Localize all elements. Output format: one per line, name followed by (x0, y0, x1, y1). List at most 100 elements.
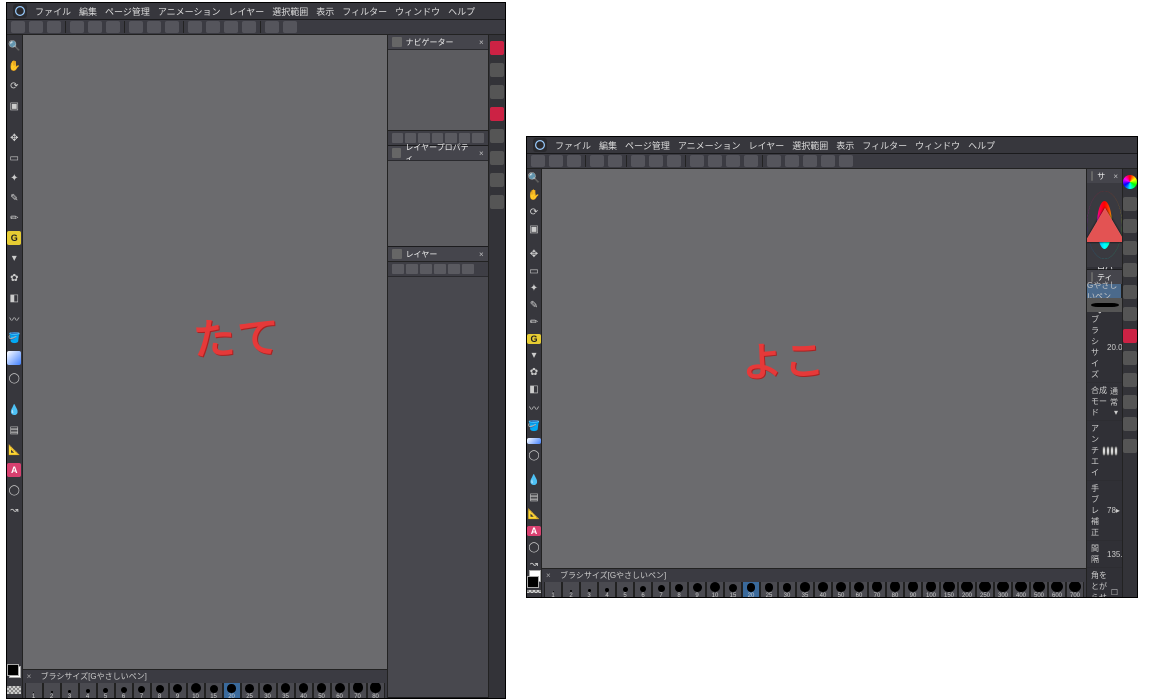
rotate-tool-icon[interactable]: ⟳ (527, 207, 541, 218)
undo-icon[interactable] (590, 155, 604, 167)
color-swatch[interactable] (527, 576, 541, 582)
ruler-tool-icon[interactable]: 📐 (527, 509, 541, 520)
brush-size-cell[interactable]: 2 (562, 582, 580, 597)
redo-icon[interactable] (608, 155, 622, 167)
zoom-out-icon[interactable] (188, 21, 202, 33)
dock-icon[interactable] (490, 63, 504, 77)
text-tool-icon[interactable]: A (527, 526, 541, 536)
rotate-icon[interactable] (726, 155, 740, 167)
open-file-icon[interactable] (29, 21, 43, 33)
menu-item[interactable]: フィルター (862, 139, 907, 152)
menu-item[interactable]: ファイル (555, 139, 591, 152)
ruler-tool-icon[interactable]: 📐 (7, 443, 21, 457)
brush-size-cell[interactable]: 4 (598, 582, 616, 597)
brush-size-cell[interactable]: 10 (706, 582, 724, 597)
dock-icon[interactable] (1123, 351, 1137, 365)
transparent-swatch[interactable] (527, 590, 541, 593)
dock-icon[interactable] (1123, 175, 1137, 189)
text-tool-icon[interactable]: A (7, 463, 21, 477)
menu-item[interactable]: アニメーション (678, 139, 741, 152)
close-icon[interactable]: × (1113, 172, 1118, 181)
layer-btn[interactable] (392, 264, 404, 274)
brush-size-cell[interactable]: 600 (1048, 582, 1066, 597)
menu-item[interactable]: フィルター (342, 5, 387, 18)
frame-tool-icon[interactable]: ▤ (527, 492, 541, 503)
brush-size-cell[interactable]: 200 (958, 582, 976, 597)
menu-item[interactable]: 編集 (79, 5, 97, 18)
dock-icon[interactable] (1123, 307, 1137, 321)
brush-tool-icon[interactable]: G (7, 231, 21, 245)
brush-size-cell[interactable]: 30 (259, 683, 277, 698)
airbrush-tool-icon[interactable]: ▾ (7, 251, 21, 265)
brush-size-cell[interactable]: 9 (169, 683, 187, 698)
dock-icon[interactable] (1123, 439, 1137, 453)
move-tool-icon[interactable]: ✋ (7, 59, 21, 73)
brush-size-cell[interactable]: 50 (832, 582, 850, 597)
brush-size-cell[interactable]: 6 (115, 683, 133, 698)
close-icon[interactable]: × (27, 672, 37, 682)
brush-size-cell[interactable]: 20 (223, 683, 241, 698)
brush-size-cell[interactable]: 6 (634, 582, 652, 597)
layer-btn[interactable] (406, 264, 418, 274)
brush-size-cell[interactable]: 25 (760, 582, 778, 597)
brush-size-cell[interactable]: 1 (544, 582, 562, 597)
brush-size-cell[interactable]: 300 (994, 582, 1012, 597)
close-icon[interactable]: × (479, 149, 484, 158)
undo-icon[interactable] (70, 21, 84, 33)
misc-icon[interactable] (283, 21, 297, 33)
navigator-body[interactable] (388, 49, 488, 130)
brush-size-cell[interactable]: 35 (796, 582, 814, 597)
tool-property-row[interactable]: 間隔135.0▸ (1087, 541, 1122, 568)
brush-size-cell[interactable]: 9 (688, 582, 706, 597)
flip-icon[interactable] (744, 155, 758, 167)
menu-item[interactable]: 選択範囲 (272, 5, 308, 18)
tool-property-row[interactable]: アンチエイ (1087, 421, 1122, 481)
brush-size-cell[interactable]: 7 (652, 582, 670, 597)
zoom-tool-icon[interactable]: 🔍 (7, 39, 21, 53)
layer-btn[interactable] (462, 264, 474, 274)
brush-size-cell[interactable]: 2 (43, 683, 61, 698)
blend-tool-icon[interactable]: 〰 (527, 401, 541, 415)
move-tool-icon[interactable]: ✋ (527, 190, 541, 201)
menu-item[interactable]: ウィンドウ (395, 5, 440, 18)
menu-item[interactable]: レイヤー (229, 5, 265, 18)
autoselect-tool-icon[interactable]: ✦ (527, 283, 541, 294)
eraser-tool-icon[interactable]: ◧ (7, 291, 21, 305)
autoselect-tool-icon[interactable]: ✦ (7, 171, 21, 185)
brush-size-cell[interactable]: 7 (133, 683, 151, 698)
dock-icon[interactable] (1123, 241, 1137, 255)
misc-icon[interactable] (767, 155, 781, 167)
dock-icon[interactable] (1123, 263, 1137, 277)
brush-size-cell[interactable]: 90 (904, 582, 922, 597)
brush-size-cell[interactable]: 60 (331, 683, 349, 698)
brush-size-cell[interactable]: 30 (778, 582, 796, 597)
misc-icon[interactable] (785, 155, 799, 167)
dock-icon[interactable] (490, 151, 504, 165)
zoom-in-icon[interactable] (206, 21, 220, 33)
menu-item[interactable]: ヘルプ (448, 5, 475, 18)
figure-tool-icon[interactable]: ◯ (7, 371, 21, 385)
misc-icon[interactable] (265, 21, 279, 33)
canvas[interactable]: よこ (542, 169, 1086, 568)
copy-icon[interactable] (147, 21, 161, 33)
brush-size-cell[interactable]: 40 (814, 582, 832, 597)
brush-size-cell[interactable]: 70 (868, 582, 886, 597)
brush-size-cell[interactable]: 15 (205, 683, 223, 698)
tool-property-row[interactable]: 手ブレ補正78▸ (1087, 481, 1122, 541)
brush-size-cell[interactable]: 100 (922, 582, 940, 597)
misc-icon[interactable] (821, 155, 835, 167)
menu-item[interactable]: 編集 (599, 139, 617, 152)
new-file-icon[interactable] (11, 21, 25, 33)
layer-list[interactable] (388, 276, 488, 697)
dock-icon[interactable] (1123, 285, 1137, 299)
save-icon[interactable] (567, 155, 581, 167)
zoom-out-icon[interactable] (690, 155, 704, 167)
new-file-icon[interactable] (531, 155, 545, 167)
brush-size-cell[interactable]: 500 (1030, 582, 1048, 597)
gradient-tool-icon[interactable] (527, 438, 541, 444)
color-wheel[interactable] (1087, 183, 1122, 267)
operation-tool-icon[interactable]: ▣ (527, 224, 541, 235)
transparent-swatch[interactable] (7, 686, 21, 694)
paste-icon[interactable] (667, 155, 681, 167)
clear-icon[interactable] (106, 21, 120, 33)
